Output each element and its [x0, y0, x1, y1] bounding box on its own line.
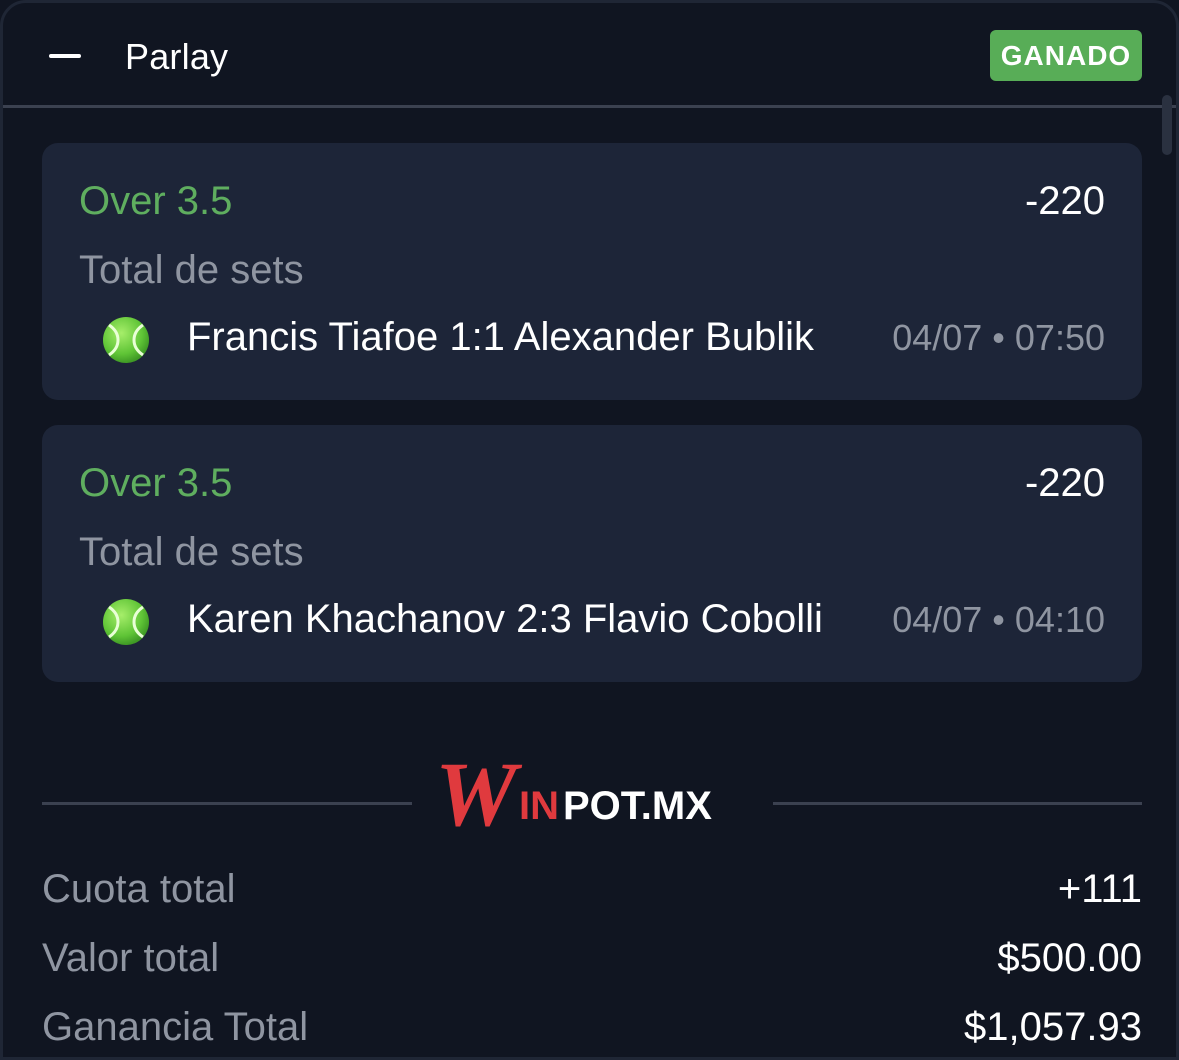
parlay-panel: Parlay GANADO Over 3.5 -220 Total de set…: [0, 0, 1179, 1060]
collapse-button[interactable]: [45, 39, 85, 75]
tennis-ball-icon: [103, 317, 149, 363]
scrollbar[interactable]: [1162, 95, 1172, 155]
selection-market: Total de sets: [79, 248, 304, 292]
valor-value: $500.00: [997, 936, 1142, 980]
bet-type-title: Parlay: [125, 36, 229, 77]
valor-label: Valor total: [42, 936, 220, 980]
separator-line: [773, 802, 1142, 805]
match-datetime: 04/07 • 04:10: [892, 599, 1105, 640]
winpot-logo: W IN POT.MX: [435, 745, 712, 845]
parlay-header[interactable]: Parlay GANADO: [3, 3, 1176, 108]
ganancia-label: Ganancia Total: [42, 1005, 309, 1049]
selection-odds: -220: [1024, 461, 1105, 505]
cuota-value: +111: [1057, 867, 1142, 911]
match-datetime: 04/07 • 07:50: [892, 317, 1105, 358]
minus-icon: [49, 54, 81, 58]
bet-selection-card[interactable]: Over 3.5 -220 Total de sets Francis Tiaf…: [42, 143, 1142, 400]
logo-rest: POT.MX: [563, 784, 712, 828]
logo-in: IN: [519, 784, 559, 828]
summary-ganancia-row: Ganancia Total $1,057.93: [42, 1005, 1142, 1055]
bet-selection-card[interactable]: Over 3.5 -220 Total de sets Karen Khacha…: [42, 425, 1142, 682]
logo-w: W: [435, 745, 523, 845]
match-result: Francis Tiafoe 1:1 Alexander Bublik: [187, 315, 815, 359]
status-badge: GANADO: [990, 30, 1142, 81]
tennis-ball-icon: [103, 599, 149, 645]
cuota-label: Cuota total: [42, 867, 236, 911]
separator-line: [42, 802, 412, 805]
selection-pick: Over 3.5: [79, 179, 233, 223]
match-result: Karen Khachanov 2:3 Flavio Cobolli: [187, 597, 823, 641]
selection-odds: -220: [1024, 179, 1105, 223]
selection-pick: Over 3.5: [79, 461, 233, 505]
ganancia-value: $1,057.93: [964, 1005, 1142, 1049]
summary-valor-row: Valor total $500.00: [42, 936, 1142, 986]
summary-cuota-row: Cuota total +111: [42, 867, 1142, 917]
selection-market: Total de sets: [79, 530, 304, 574]
